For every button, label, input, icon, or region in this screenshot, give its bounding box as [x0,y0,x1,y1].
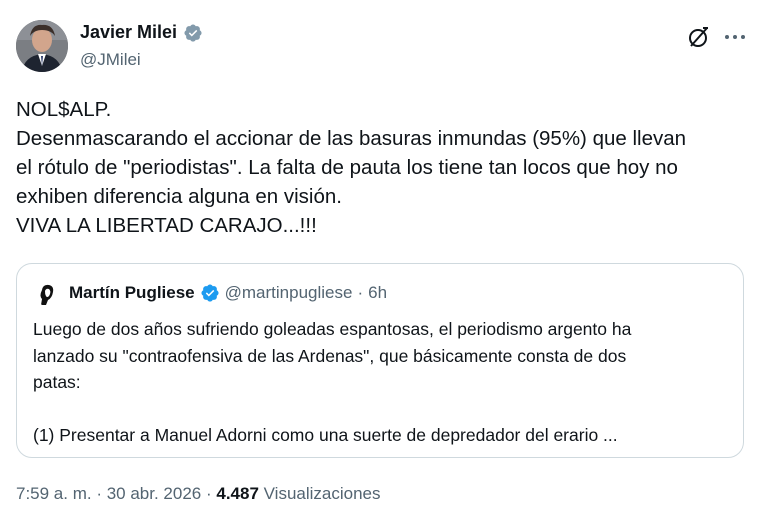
tweet-text-line: Desenmascarando el accionar de las basur… [16,127,687,150]
tweet-time[interactable]: 7:59 a. m. [16,484,92,503]
quote-author-avatar [35,282,59,306]
quote-text-line: lanzado su "contraofensiva de las Ardena… [33,345,627,366]
more-options-icon[interactable] [722,24,748,50]
grok-icon[interactable] [686,24,712,50]
author-avatar[interactable] [16,20,68,72]
quote-author-handle: @martinpugliese [224,283,353,302]
tweet-meta: 7:59 a. m. · 30 abr. 2026 · 4.487 Visual… [16,484,381,504]
quote-header: Martín Pugliese @martinpugliese · 6h [69,283,387,303]
quote-text: Luego de dos años sufriendo goleadas esp… [33,316,733,449]
verified-badge-icon [183,23,203,43]
tweet-text-line: NOL$ALP. [16,98,112,121]
tweet-card: Javier Milei @JMilei NOL$ALP. Desenmasca… [0,0,768,525]
meta-separator: · [91,484,107,503]
author-handle[interactable]: @JMilei [80,50,141,70]
quote-author-name: Martín Pugliese [69,283,195,302]
tweet-date[interactable]: 30 abr. 2026 [107,484,202,503]
views-count: 4.487 [216,484,259,503]
quoted-tweet[interactable]: Martín Pugliese @martinpugliese · 6h Lue… [16,263,744,458]
tweet-text-line: VIVA LA LIBERTAD CARAJO...!!! [16,214,317,237]
meta-separator: · [201,484,217,503]
quote-timestamp: 6h [368,283,388,302]
author-name-row[interactable]: Javier Milei [80,22,203,43]
quote-text-line: Luego de dos años sufriendo goleadas esp… [33,319,632,339]
tweet-text-line: el rótulo de "periodistas". La falta de … [16,156,678,179]
tweet-text-line: exhiben diferencia alguna en visión. [16,185,342,208]
tweet-text: NOL$ALP. Desenmascarando el accionar de … [16,95,756,240]
author-name[interactable]: Javier Milei [80,22,177,43]
quote-text-line: patas: [33,372,81,392]
quote-text-line: (1) Presentar a Manuel Adorni como una s… [33,425,618,445]
verified-badge-icon [200,283,220,303]
views-label: Visualizaciones [258,484,381,503]
separator-dot: · [357,283,364,302]
